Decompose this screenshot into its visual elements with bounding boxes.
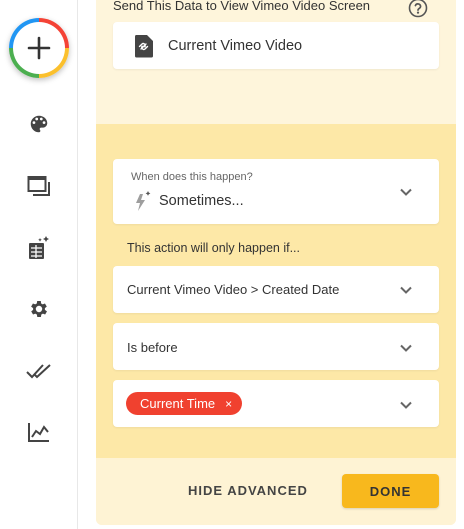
- condition-hint: This action will only happen if...: [127, 241, 301, 255]
- value-chip: Current Time ×: [126, 392, 243, 415]
- data-source-value: Current Vimeo Video: [168, 38, 303, 54]
- vimeo-file-icon: [133, 34, 155, 63]
- condition-operator-select[interactable]: Is before: [113, 323, 439, 370]
- hide-advanced-button[interactable]: HIDE ADVANCED: [188, 483, 308, 498]
- done-button[interactable]: DONE: [342, 474, 439, 508]
- gear-icon[interactable]: [25, 295, 53, 323]
- chevron-down-icon[interactable]: [399, 341, 413, 355]
- action-panel: Send This Data to View Vimeo Video Scree…: [96, 0, 456, 525]
- chevron-down-icon[interactable]: [399, 283, 413, 297]
- help-icon[interactable]: [408, 0, 428, 18]
- screens-icon[interactable]: [25, 172, 53, 200]
- analytics-icon[interactable]: [25, 418, 53, 446]
- section-label: Send This Data to View Vimeo Video Scree…: [113, 0, 371, 13]
- condition-operator-value: Is before: [127, 340, 178, 355]
- trigger-label: When does this happen?: [131, 171, 253, 183]
- table-sparkle-icon[interactable]: [25, 234, 53, 262]
- chip-remove-icon[interactable]: ×: [225, 398, 232, 410]
- trigger-select[interactable]: When does this happen? Sometimes...: [113, 159, 439, 224]
- double-check-icon[interactable]: [25, 357, 53, 385]
- palette-icon[interactable]: [25, 110, 53, 138]
- condition-value-select[interactable]: Current Time ×: [113, 380, 439, 427]
- trigger-value: Sometimes...: [159, 193, 244, 209]
- data-source-field[interactable]: Current Vimeo Video: [113, 22, 439, 69]
- add-button[interactable]: [9, 18, 69, 78]
- condition-field-value: Current Vimeo Video > Created Date: [127, 282, 340, 297]
- left-sidebar: [0, 0, 78, 529]
- chip-label: Current Time: [140, 396, 216, 411]
- chevron-down-icon[interactable]: [399, 185, 413, 199]
- lightning-sparkle-icon: [133, 190, 153, 217]
- data-section: Send This Data to View Vimeo Video Scree…: [96, 0, 456, 124]
- condition-field-select[interactable]: Current Vimeo Video > Created Date: [113, 266, 439, 313]
- plus-icon: [13, 22, 65, 74]
- chevron-down-icon[interactable]: [399, 398, 413, 412]
